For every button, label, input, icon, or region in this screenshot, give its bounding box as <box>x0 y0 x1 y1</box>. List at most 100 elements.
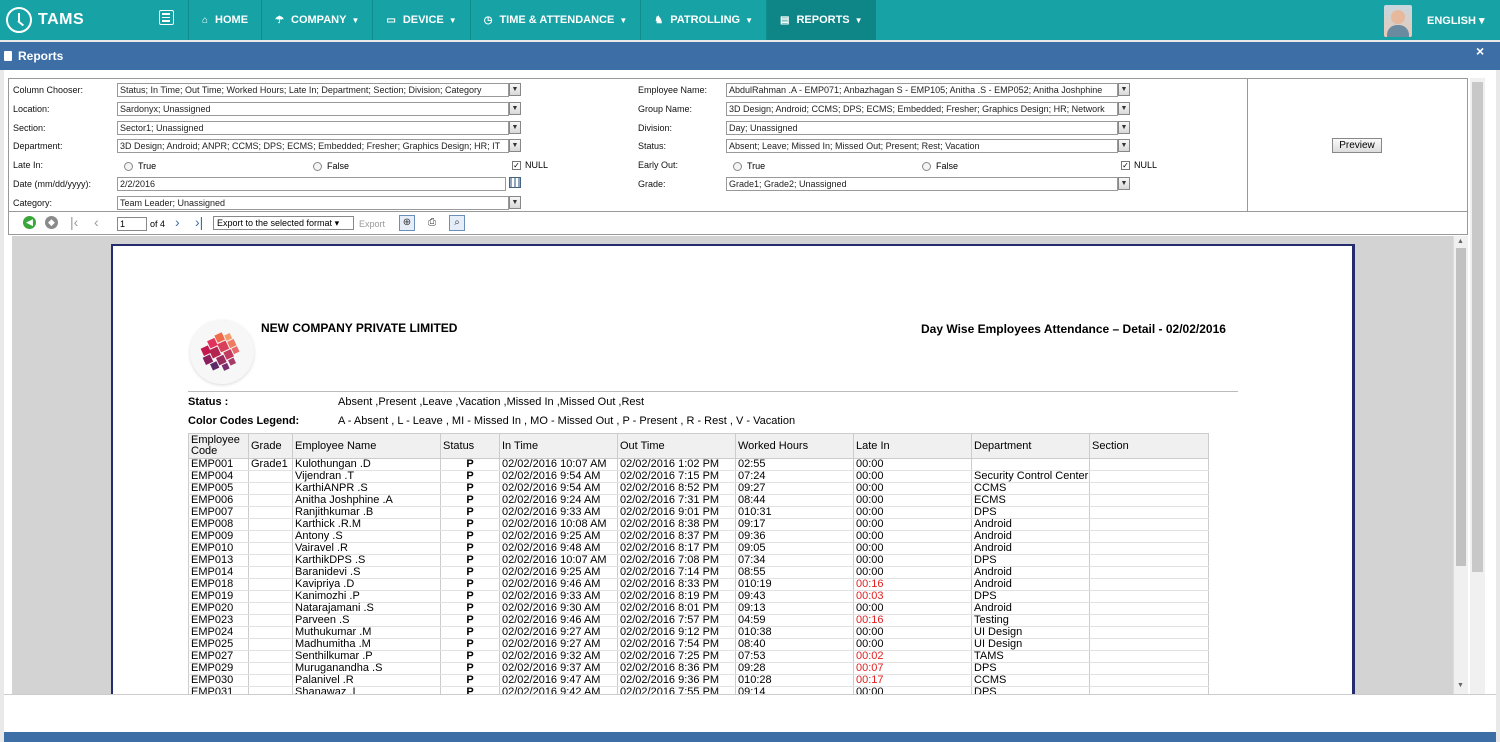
nav-item-patrolling[interactable]: ♞ PATROLLING ▼ <box>640 0 766 40</box>
chevron-down-icon[interactable]: ▼ <box>1118 102 1130 115</box>
menu-toggle-icon[interactable] <box>159 10 174 25</box>
column-header[interactable]: Status <box>440 433 500 459</box>
print-icon[interactable]: ⎙ <box>424 215 440 231</box>
category-field[interactable]: Team Leader; Unassigned <box>117 196 509 210</box>
table-row: EMP004 Vijendran .T P 02/02/2016 9:54 AM 02/… <box>188 470 1209 483</box>
chevron-down-icon[interactable]: ▼ <box>1118 83 1130 96</box>
scrollbar-thumb[interactable] <box>1456 248 1466 566</box>
table-cell <box>248 590 293 603</box>
back-icon[interactable]: ◀ <box>23 216 36 229</box>
chevron-down-icon[interactable]: ▼ <box>1118 121 1130 134</box>
chevron-down-icon[interactable]: ▼ <box>509 83 521 96</box>
column-chooser-field[interactable]: Status; In Time; Out Time; Worked Hours;… <box>117 83 509 97</box>
column-header[interactable]: Employee Name <box>292 433 441 459</box>
table-cell: Parveen .S <box>292 614 441 627</box>
nav-item-time-attendance[interactable]: ◷ TIME & ATTENDANCE ▼ <box>469 0 641 40</box>
table-cell: P <box>440 626 500 639</box>
radio-label: True <box>747 161 766 171</box>
scroll-down-icon[interactable]: ▼ <box>1457 682 1464 689</box>
late-in-false-radio[interactable]: False <box>313 161 349 171</box>
nav-item-home[interactable]: ⌂ HOME <box>188 0 261 40</box>
table-cell: Testing <box>971 614 1090 627</box>
nav-item-reports[interactable]: ▤ REPORTS ▼ <box>766 0 876 40</box>
last-page-icon[interactable]: ›| <box>195 214 203 230</box>
page-number-input[interactable]: 1 <box>117 217 147 231</box>
table-cell: 00:02 <box>853 650 972 663</box>
date-field[interactable]: 2/2/2016 <box>117 177 506 191</box>
preview-button[interactable]: Preview <box>1332 138 1382 153</box>
column-header[interactable]: Employee Code <box>188 433 249 459</box>
app-name: TAMS <box>38 11 85 28</box>
employee-name-field[interactable]: AbdulRahman .A - EMP071; Anbazhagan S - … <box>726 83 1118 97</box>
zoom-icon[interactable]: ⊕ <box>399 215 415 231</box>
table-cell: 02/02/2016 8:17 PM <box>617 542 736 555</box>
company-name: NEW COMPANY PRIVATE LIMITED <box>261 321 458 335</box>
user-avatar[interactable] <box>1384 5 1412 37</box>
table-cell <box>248 614 293 627</box>
nav-item-device[interactable]: ▭ DEVICE ▼ <box>372 0 469 40</box>
table-cell: EMP029 <box>188 662 249 675</box>
department-field[interactable]: 3D Design; Android; ANPR; CCMS; DPS; ECM… <box>117 139 509 153</box>
scroll-up-icon[interactable]: ▲ <box>1457 238 1464 245</box>
table-cell: P <box>440 482 500 495</box>
export-button[interactable]: Export <box>359 219 385 229</box>
table-cell: 00:00 <box>853 494 972 507</box>
report-scrollbar[interactable]: ▲ ▼ <box>1453 236 1468 694</box>
table-row: EMP006 Anitha Joshphine .A P 02/02/2016 9:2… <box>188 494 1209 507</box>
table-cell: UI Design <box>971 638 1090 651</box>
language-selector[interactable]: ENGLISH ▾ <box>1427 14 1484 27</box>
status-field[interactable]: Absent; Leave; Missed In; Missed Out; Pr… <box>726 139 1118 153</box>
next-page-icon[interactable]: › <box>175 214 180 230</box>
section-field[interactable]: Sector1; Unassigned <box>117 121 509 135</box>
chevron-down-icon[interactable]: ▼ <box>1118 139 1130 152</box>
chevron-down-icon[interactable]: ▼ <box>509 121 521 134</box>
chevron-down-icon[interactable]: ▼ <box>509 102 521 115</box>
table-row: EMP023 Parveen .S P 02/02/2016 9:46 AM 02/02… <box>188 614 1209 627</box>
table-cell: 02/02/2016 8:01 PM <box>617 602 736 615</box>
table-row: EMP005 KarthiANPR .S P 02/02/2016 9:54 AM 02… <box>188 482 1209 495</box>
column-header[interactable]: Worked Hours <box>735 433 854 459</box>
table-cell: 00:00 <box>853 458 972 471</box>
early-out-false-radio[interactable]: False <box>922 161 958 171</box>
table-cell: 00:03 <box>853 590 972 603</box>
table-cell: 07:34 <box>735 554 854 567</box>
table-cell: P <box>440 578 500 591</box>
column-header[interactable]: Department <box>971 433 1090 459</box>
previous-page-icon[interactable]: ‹ <box>94 214 99 230</box>
column-header[interactable]: Late In <box>853 433 972 459</box>
chevron-down-icon: ▼ <box>619 15 628 25</box>
table-cell: 02/02/2016 7:15 PM <box>617 470 736 483</box>
early-out-true-radio[interactable]: True <box>733 161 765 171</box>
early-out-null-checkbox[interactable]: ✓ NULL <box>1121 160 1157 170</box>
column-header[interactable]: Out Time <box>617 433 736 459</box>
app-logo[interactable]: TAMS <box>6 6 84 34</box>
document-icon <box>4 51 12 61</box>
chevron-down-icon[interactable]: ▼ <box>509 196 521 209</box>
group-name-label: Group Name: <box>638 104 693 114</box>
division-field[interactable]: Day; Unassigned <box>726 121 1118 135</box>
refresh-icon[interactable]: ◆ <box>45 216 58 229</box>
close-icon[interactable]: × <box>1476 43 1484 59</box>
late-in-null-checkbox[interactable]: ✓ NULL <box>512 160 548 170</box>
table-cell: 00:00 <box>853 602 972 615</box>
column-header[interactable]: In Time <box>499 433 618 459</box>
find-icon[interactable]: ⌕ <box>449 215 465 231</box>
grade-field[interactable]: Grade1; Grade2; Unassigned <box>726 177 1118 191</box>
location-field[interactable]: Sardonyx; Unassigned <box>117 102 509 116</box>
export-format-select[interactable]: Export to the selected format ▾ <box>213 216 354 230</box>
first-page-icon[interactable]: |‹ <box>70 214 78 230</box>
group-name-field[interactable]: 3D Design; Android; CCMS; DPS; ECMS; Emb… <box>726 102 1118 116</box>
calendar-icon[interactable] <box>509 177 521 188</box>
window-scrollbar[interactable] <box>1470 78 1485 694</box>
nav-item-company[interactable]: ☂ COMPANY ▼ <box>261 0 372 40</box>
column-header[interactable]: Grade <box>248 433 293 459</box>
chevron-down-icon[interactable]: ▼ <box>1118 177 1130 190</box>
column-header[interactable]: Section <box>1089 433 1209 459</box>
scrollbar-thumb[interactable] <box>1472 82 1483 572</box>
table-cell: 02/02/2016 9:25 AM <box>499 566 618 579</box>
language-label: ENGLISH <box>1427 15 1476 27</box>
table-cell: 08:55 <box>735 566 854 579</box>
chevron-down-icon[interactable]: ▼ <box>509 139 521 152</box>
late-in-true-radio[interactable]: True <box>124 161 156 171</box>
table-cell: EMP019 <box>188 590 249 603</box>
